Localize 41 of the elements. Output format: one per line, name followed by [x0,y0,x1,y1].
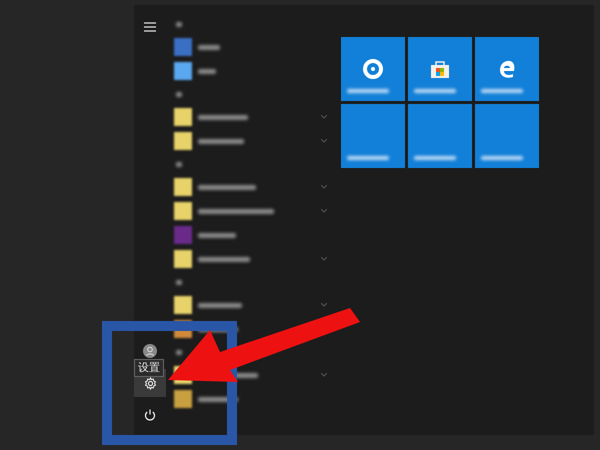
blurred-tile-label [481,89,523,93]
chevron-icon [321,257,327,261]
blurred-app-name [198,396,238,402]
blurred-app-name [198,184,256,190]
shopping-bag-icon [429,59,451,79]
app-tile[interactable] [475,104,539,168]
blurred-app-name [198,138,244,144]
edge-browser-icon [497,59,517,79]
blurred-app-name [198,114,248,120]
chevron-icon [321,303,327,307]
gear-icon [362,58,384,80]
settings-icon[interactable] [144,376,156,390]
chevron-icon [321,185,327,189]
app-tile[interactable] [341,104,405,168]
blurred-app-name [198,302,242,308]
blurred-tile-label [347,89,389,93]
menu-icon[interactable] [144,22,156,32]
blurred-tile-label [414,89,456,93]
blurred-app-name [198,232,236,238]
blurred-section-letter [176,162,182,166]
blurred-section-letter [176,350,182,354]
blurred-tile-label [414,156,456,160]
app-tile[interactable] [408,37,472,101]
app-tile[interactable] [408,104,472,168]
app-tile[interactable] [475,37,539,101]
blurred-app-name [198,68,216,74]
blurred-app-name [198,44,220,50]
blurred-section-letter [176,92,182,96]
blurred-section-letter [176,280,182,284]
chevron-icon [321,209,327,213]
app-tile[interactable] [341,37,405,101]
blurred-tile-label [347,156,389,160]
chevron-icon [321,115,327,119]
power-icon[interactable] [144,409,156,421]
blurred-tile-label [481,156,523,160]
blurred-section-letter [176,22,182,26]
blurred-app-name [198,256,250,262]
chevron-icon [321,373,327,377]
chevron-icon [321,139,327,143]
settings-tooltip: 设置 [134,359,164,377]
user-icon[interactable] [143,344,157,358]
